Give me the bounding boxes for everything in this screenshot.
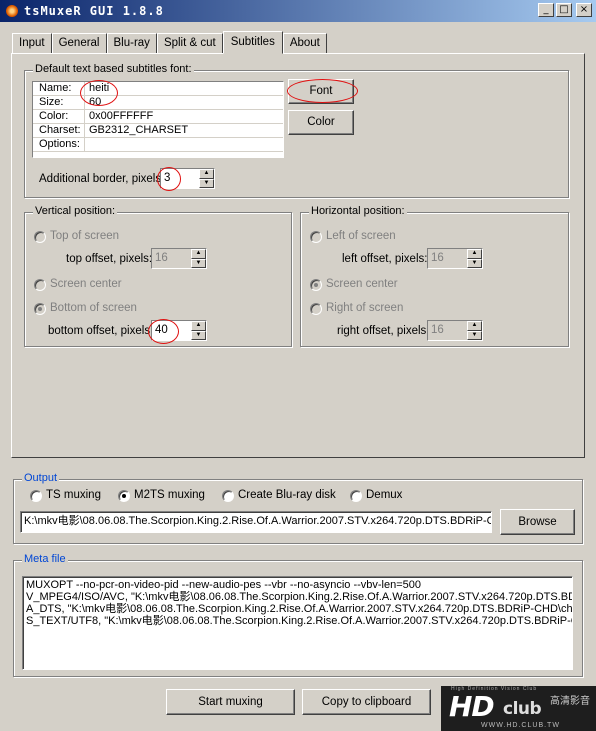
meta-file-text[interactable]: MUXOPT --no-pcr-on-video-pid --new-audio… xyxy=(22,576,573,670)
spin-down-icon[interactable]: ▼ xyxy=(199,178,214,188)
grid-key: Charset: xyxy=(33,124,85,137)
grid-value: 60 xyxy=(89,96,102,108)
grid-key: Color: xyxy=(33,110,85,123)
left-offset-spinner[interactable]: 16 ▲ ▼ xyxy=(427,248,483,269)
grid-row-options: Options: xyxy=(33,138,283,152)
bottom-offset-value[interactable]: 40 xyxy=(152,321,191,340)
grid-key: Size: xyxy=(33,96,85,109)
top-of-screen-radio[interactable] xyxy=(34,231,46,243)
grid-key: Options: xyxy=(33,138,85,151)
spin-down-icon[interactable]: ▼ xyxy=(467,258,482,268)
meta-line: V_MPEG4/ISO/AVC, "K:\mkv电影\08.06.08.The.… xyxy=(26,591,573,603)
top-offset-spinner[interactable]: 16 ▲ ▼ xyxy=(151,248,207,269)
tab-about[interactable]: About xyxy=(282,33,327,53)
app-icon xyxy=(4,3,20,19)
color-button[interactable]: Color xyxy=(288,110,354,135)
spin-up-icon[interactable]: ▲ xyxy=(191,249,206,259)
meta-line: MUXOPT --no-pcr-on-video-pid --new-audio… xyxy=(26,579,422,591)
meta-line: A_DTS, "K:\mkv电影\08.06.08.The.Scorpion.K… xyxy=(26,603,573,615)
spin-down-icon[interactable]: ▼ xyxy=(191,330,206,340)
border-value[interactable]: 3 xyxy=(161,169,199,188)
screen-center-horizontal-radio[interactable] xyxy=(310,279,322,291)
right-of-screen-label: Right of screen xyxy=(326,302,404,314)
screen-center-vertical-label: Screen center xyxy=(50,278,122,290)
horizontal-group-title: Horizontal position: xyxy=(309,205,407,217)
right-of-screen-radio[interactable] xyxy=(310,303,322,315)
meta-group-title: Meta file xyxy=(22,553,68,565)
screen-center-horizontal-label: Screen center xyxy=(326,278,398,290)
screen-center-vertical-radio[interactable] xyxy=(34,279,46,291)
right-offset-label: right offset, pixels: xyxy=(337,325,430,337)
browse-button[interactable]: Browse xyxy=(500,509,575,535)
grid-value: 0x00FFFFFF xyxy=(89,110,154,122)
close-button[interactable]: × xyxy=(576,3,592,17)
font-group-title: Default text based subtitles font: xyxy=(33,63,194,75)
watermark-club: club xyxy=(503,699,542,719)
demux-radio[interactable] xyxy=(350,490,362,502)
spin-down-icon[interactable]: ▼ xyxy=(467,330,482,340)
right-offset-spinner[interactable]: 16 ▲ ▼ xyxy=(427,320,483,341)
spin-up-icon[interactable]: ▲ xyxy=(467,321,482,331)
spin-down-icon[interactable]: ▼ xyxy=(191,258,206,268)
tab-blu-ray[interactable]: Blu-ray xyxy=(106,33,157,53)
maximize-button[interactable]: □ xyxy=(556,3,572,17)
watermark-url: WWW.HD.CLUB.TW xyxy=(481,722,560,729)
tab-general[interactable]: General xyxy=(51,33,107,53)
border-label: Additional border, pixels: xyxy=(39,173,165,185)
demux-label: Demux xyxy=(366,489,403,501)
font-button[interactable]: Font xyxy=(288,79,354,104)
top-offset-label: top offset, pixels: xyxy=(66,253,153,265)
left-offset-label: left offset, pixels: xyxy=(342,253,428,265)
left-of-screen-radio[interactable] xyxy=(310,231,322,243)
tab-input[interactable]: Input xyxy=(12,33,52,53)
copy-to-clipboard-button[interactable]: Copy to clipboard xyxy=(302,689,431,715)
grid-row-name: Name: heiti xyxy=(33,82,283,96)
spin-up-icon[interactable]: ▲ xyxy=(199,169,214,179)
top-offset-value[interactable]: 16 xyxy=(152,249,191,268)
title-bar[interactable]: tsMuxeR GUI 1.8.8 _ □ × xyxy=(0,0,596,22)
grid-value: heiti xyxy=(89,82,110,94)
watermark-hd: HD xyxy=(449,690,495,723)
vertical-group-title: Vertical position: xyxy=(33,205,118,217)
minimize-button[interactable]: _ xyxy=(538,3,554,17)
create-bluray-label: Create Blu-ray disk xyxy=(238,489,336,501)
left-offset-value[interactable]: 16 xyxy=(428,249,467,268)
ts-muxing-radio[interactable] xyxy=(30,490,42,502)
font-properties-grid[interactable]: Name: heiti Size: 60 Color: 0x00FFFFFF Char… xyxy=(32,81,284,158)
start-muxing-button[interactable]: Start muxing xyxy=(166,689,295,715)
grid-row-charset: Charset: GB2312_CHARSET xyxy=(33,124,283,138)
ts-muxing-label: TS muxing xyxy=(46,489,101,501)
meta-line: S_TEXT/UTF8, "K:\mkv电影\08.06.08.The.Scor… xyxy=(26,615,573,627)
m2ts-muxing-radio[interactable] xyxy=(118,490,130,502)
grid-row-color: Color: 0x00FFFFFF xyxy=(33,110,283,124)
grid-row-size: Size: 60 xyxy=(33,96,283,110)
tab-subtitles[interactable]: Subtitles xyxy=(222,31,283,54)
border-spinner[interactable]: 3 ▲ ▼ xyxy=(160,168,215,189)
tab-bar: Input General Blu-ray Split & cut Subtit… xyxy=(12,31,327,54)
tab-split-cut[interactable]: Split & cut xyxy=(156,33,223,53)
right-offset-value[interactable]: 16 xyxy=(428,321,467,340)
watermark-cn: 高清影音 xyxy=(550,696,590,707)
grid-key: Name: xyxy=(33,82,85,95)
top-of-screen-label: Top of screen xyxy=(50,230,120,242)
m2ts-muxing-label: M2TS muxing xyxy=(134,489,205,501)
output-group-title: Output xyxy=(22,472,60,484)
bottom-of-screen-radio[interactable] xyxy=(34,303,46,315)
bottom-of-screen-label: Bottom of screen xyxy=(50,302,137,314)
output-path-field[interactable]: K:\mkv电影\08.06.08.The.Scorpion.King.2.Ri… xyxy=(20,511,492,533)
bottom-offset-spinner[interactable]: 40 ▲ ▼ xyxy=(151,320,207,341)
spin-up-icon[interactable]: ▲ xyxy=(191,321,206,331)
spin-up-icon[interactable]: ▲ xyxy=(467,249,482,259)
grid-value: GB2312_CHARSET xyxy=(89,124,189,136)
bottom-offset-label: bottom offset, pixels: xyxy=(48,325,154,337)
left-of-screen-label: Left of screen xyxy=(326,230,396,242)
hdclub-watermark-logo: High Definition Vision Club HD club 高清影音… xyxy=(441,686,596,731)
window-title: tsMuxeR GUI 1.8.8 xyxy=(24,4,164,18)
create-bluray-radio[interactable] xyxy=(222,490,234,502)
grid-value xyxy=(85,138,89,151)
